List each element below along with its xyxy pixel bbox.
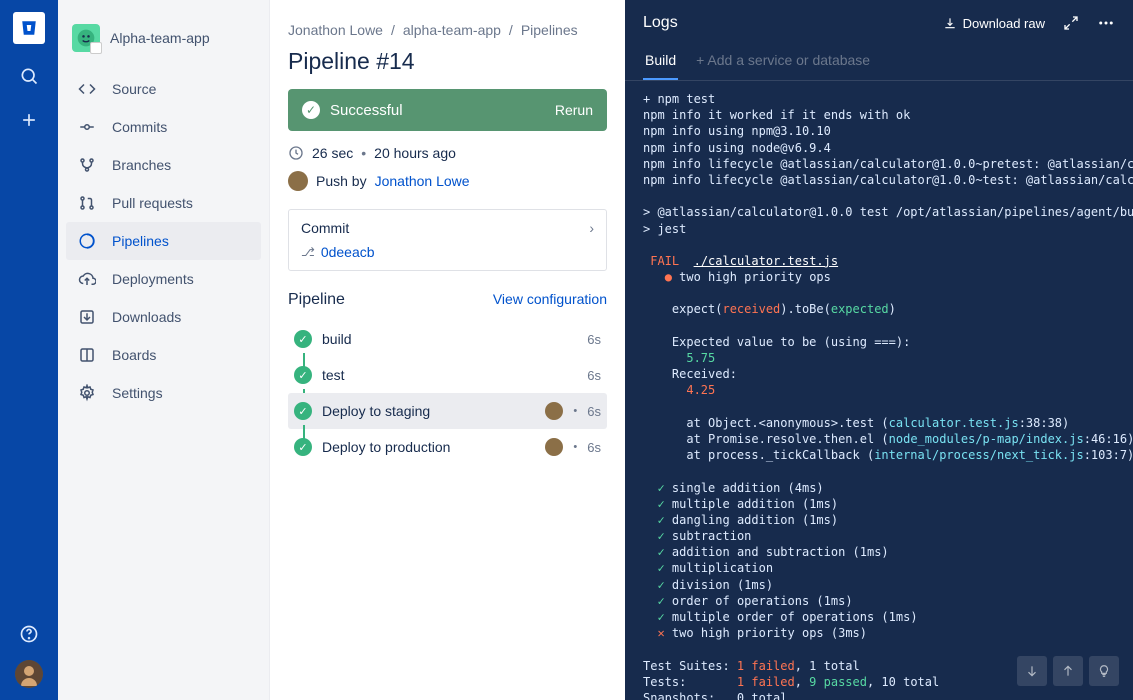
code-icon <box>76 78 98 100</box>
step-success-icon: ✓ <box>294 438 312 456</box>
sidebar-label: Branches <box>112 157 171 173</box>
commit-heading: Commit <box>301 220 349 236</box>
sidebar-label: Pipelines <box>112 233 169 249</box>
repo-header[interactable]: Alpha-team-app <box>58 18 269 70</box>
sidebar-label: Source <box>112 81 156 97</box>
sidebar-item-source[interactable]: Source <box>66 70 261 108</box>
pipeline-steps: ✓ build 6s ✓ test 6s ✓ Deploy to staging… <box>288 321 607 465</box>
sidebar-item-pull-requests[interactable]: Pull requests <box>66 184 261 222</box>
status-bar: ✓ Successful Rerun <box>288 89 607 131</box>
step-label: Deploy to production <box>322 439 535 455</box>
push-by-label: Push by <box>316 173 367 189</box>
view-configuration-link[interactable]: View configuration <box>493 291 607 307</box>
success-check-icon: ✓ <box>302 101 320 119</box>
commit-card: Commit › ⎇ 0deeacb <box>288 209 607 271</box>
step-label: build <box>322 331 577 347</box>
step-label: test <box>322 367 577 383</box>
add-service-button[interactable]: + Add a service or database <box>694 42 872 80</box>
chevron-right-icon: › <box>589 220 594 236</box>
breadcrumb: Jonathon Lowe / alpha-team-app / Pipelin… <box>288 22 607 38</box>
global-nav-rail <box>0 0 58 700</box>
step-duration: 6s <box>587 368 601 383</box>
repo-name: Alpha-team-app <box>110 30 210 46</box>
separator-dot: • <box>573 405 577 417</box>
status-label: Successful <box>330 102 403 119</box>
sidebar-item-downloads[interactable]: Downloads <box>66 298 261 336</box>
sidebar-item-commits[interactable]: Commits <box>66 108 261 146</box>
pipeline-step[interactable]: ✓ Deploy to production • 6s <box>288 429 607 465</box>
sidebar-label: Deployments <box>112 271 194 287</box>
commit-icon <box>76 116 98 138</box>
separator: / <box>509 22 513 38</box>
logs-title: Logs <box>643 14 678 32</box>
step-duration: 6s <box>587 440 601 455</box>
more-icon[interactable] <box>1097 14 1115 32</box>
push-info: Push by Jonathon Lowe <box>288 171 607 191</box>
sidebar-label: Commits <box>112 119 167 135</box>
separator-dot: • <box>573 441 577 453</box>
step-success-icon: ✓ <box>294 402 312 420</box>
pipeline-section-title: Pipeline <box>288 291 345 309</box>
pipeline-step[interactable]: ✓ Deploy to staging • 6s <box>288 393 607 429</box>
sidebar-label: Boards <box>112 347 156 363</box>
expand-icon[interactable] <box>1063 15 1079 31</box>
sidebar-item-settings[interactable]: Settings <box>66 374 261 412</box>
step-user-avatar <box>545 402 563 420</box>
search-icon[interactable] <box>17 64 41 88</box>
download-label: Download raw <box>963 16 1045 31</box>
time-ago: 20 hours ago <box>374 145 456 161</box>
gear-icon <box>76 382 98 404</box>
clock-icon <box>288 145 304 161</box>
breadcrumb-user[interactable]: Jonathon Lowe <box>288 22 383 38</box>
scroll-up-button[interactable] <box>1053 656 1083 686</box>
bitbucket-logo[interactable] <box>13 12 45 44</box>
commit-hash[interactable]: 0deeacb <box>321 244 375 260</box>
sidebar-item-pipelines[interactable]: Pipelines <box>66 222 261 260</box>
pipeline-meta: 26 sec • 20 hours ago <box>288 145 607 161</box>
breadcrumb-section[interactable]: Pipelines <box>521 22 578 38</box>
step-duration: 6s <box>587 404 601 419</box>
separator-dot: • <box>361 145 366 161</box>
board-icon <box>76 344 98 366</box>
pipeline-detail-pane: Jonathon Lowe / alpha-team-app / Pipelin… <box>270 0 625 700</box>
sidebar-label: Downloads <box>112 309 181 325</box>
download-icon <box>76 306 98 328</box>
branch-icon <box>76 154 98 176</box>
create-icon[interactable] <box>17 108 41 132</box>
cloud-upload-icon <box>76 268 98 290</box>
sidebar-item-boards[interactable]: Boards <box>66 336 261 374</box>
scroll-down-button[interactable] <box>1017 656 1047 686</box>
sidebar-label: Settings <box>112 385 163 401</box>
step-success-icon: ✓ <box>294 330 312 348</box>
sidebar-item-branches[interactable]: Branches <box>66 146 261 184</box>
hint-bulb-button[interactable] <box>1089 656 1119 686</box>
separator: / <box>391 22 395 38</box>
duration: 26 sec <box>312 145 353 161</box>
sidebar-label: Pull requests <box>112 195 193 211</box>
help-icon[interactable] <box>17 622 41 646</box>
tab-build[interactable]: Build <box>643 42 678 80</box>
download-raw-button[interactable]: Download raw <box>943 16 1045 31</box>
logs-output[interactable]: + npm test npm info it worked if it ends… <box>625 81 1133 700</box>
page-title: Pipeline #14 <box>288 48 607 75</box>
pipelines-icon <box>76 230 98 252</box>
step-label: Deploy to staging <box>322 403 535 419</box>
commit-hash-icon: ⎇ <box>301 245 315 259</box>
step-success-icon: ✓ <box>294 366 312 384</box>
pull-request-icon <box>76 192 98 214</box>
sidebar-item-deployments[interactable]: Deployments <box>66 260 261 298</box>
repo-avatar <box>72 24 100 52</box>
breadcrumb-repo[interactable]: alpha-team-app <box>403 22 501 38</box>
pipeline-step[interactable]: ✓ test 6s <box>288 357 607 393</box>
logs-panel: Logs Download raw Build + Add a service … <box>625 0 1133 700</box>
pipeline-step[interactable]: ✓ build 6s <box>288 321 607 357</box>
author-link[interactable]: Jonathon Lowe <box>375 173 470 189</box>
user-avatar[interactable] <box>15 660 43 688</box>
repo-sidebar: Alpha-team-app Source Commits Branches P… <box>58 0 270 700</box>
step-duration: 6s <box>587 332 601 347</box>
commit-header[interactable]: Commit › <box>301 220 594 236</box>
rerun-button[interactable]: Rerun <box>555 102 593 118</box>
author-avatar <box>288 171 308 191</box>
step-user-avatar <box>545 438 563 456</box>
